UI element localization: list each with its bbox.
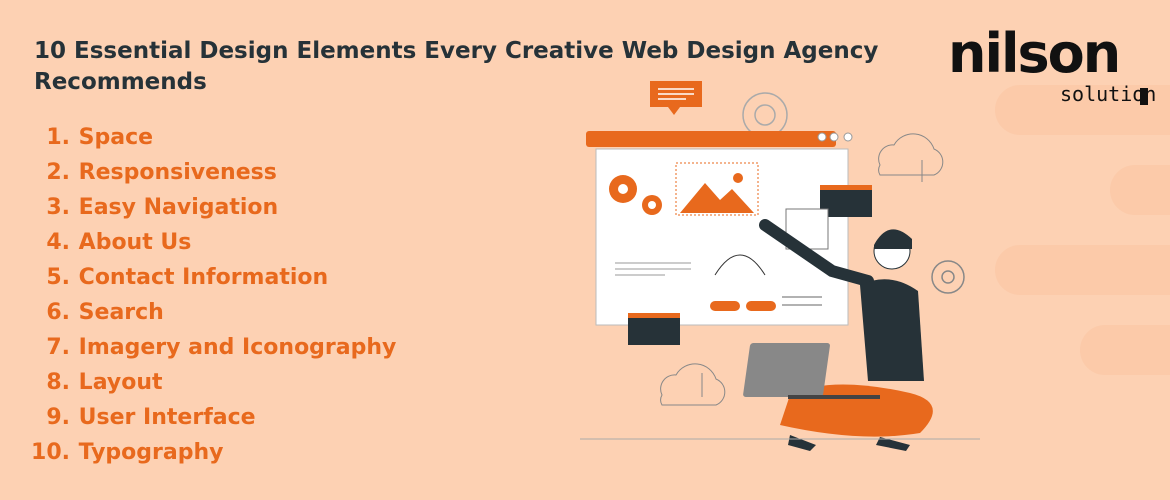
logo-bar <box>1140 88 1148 105</box>
item-number: 2. <box>46 160 70 185</box>
list-item: 7. Imagery and Iconography <box>22 330 396 365</box>
item-number: 1. <box>46 125 70 150</box>
list-item: 3. Easy Navigation <box>22 190 396 225</box>
item-number: 10. <box>31 440 70 465</box>
bg-decoration <box>995 245 1170 295</box>
gear-icon <box>931 260 965 294</box>
list-item: 1. Space <box>22 120 396 155</box>
item-label: Search <box>78 300 164 325</box>
bg-decoration <box>1080 325 1170 375</box>
item-label: About Us <box>78 230 192 255</box>
item-label: User Interface <box>78 405 256 430</box>
list-item: 8. Layout <box>22 365 396 400</box>
item-number: 9. <box>46 405 70 430</box>
bg-decoration <box>1110 165 1170 215</box>
item-label: Typography <box>78 440 224 465</box>
item-label: Contact Information <box>78 265 329 290</box>
item-label: Responsiveness <box>78 160 277 185</box>
chat-bubble-icon <box>650 81 702 115</box>
gear-icon <box>742 92 788 138</box>
item-number: 5. <box>46 265 70 290</box>
code-window-icon <box>628 313 680 345</box>
list-item: 6. Search <box>22 295 396 330</box>
item-number: 3. <box>46 195 70 220</box>
cloud-upload-icon <box>660 363 726 406</box>
list-item: 2. Responsiveness <box>22 155 396 190</box>
browser-bar <box>586 131 836 147</box>
list-item: 5. Contact Information <box>22 260 396 295</box>
item-number: 8. <box>46 370 70 395</box>
item-label: Imagery and Iconography <box>78 335 397 360</box>
list-item: 4. About Us <box>22 225 396 260</box>
item-label: Layout <box>78 370 163 395</box>
elements-list: 1. Space 2. Responsiveness 3. Easy Navig… <box>22 120 396 470</box>
item-number: 7. <box>46 335 70 360</box>
web-design-illustration <box>580 81 980 451</box>
item-number: 6. <box>46 300 70 325</box>
list-item: 10. Typography <box>22 435 396 470</box>
item-label: Easy Navigation <box>78 195 279 220</box>
list-item: 9. User Interface <box>22 400 396 435</box>
item-number: 4. <box>46 230 70 255</box>
cloud-download-icon <box>878 133 944 182</box>
item-label: Space <box>78 125 154 150</box>
